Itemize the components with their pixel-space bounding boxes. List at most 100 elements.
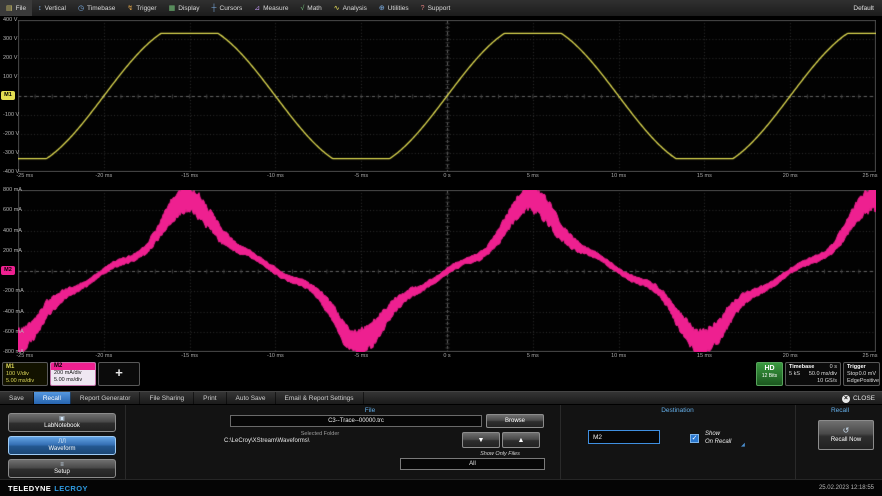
- sidebar-button-setup[interactable]: ≡Setup: [8, 459, 116, 478]
- menu-item-trigger[interactable]: ↯Trigger: [121, 0, 162, 16]
- m2-vertical-scale: 200 mA/div: [51, 370, 95, 377]
- y-tick-label: 300 V: [3, 36, 17, 42]
- file-filter-dropdown[interactable]: All: [400, 458, 545, 470]
- menu-item-label: Measure: [263, 5, 288, 12]
- scroll-up-button[interactable]: ▲: [502, 432, 540, 448]
- m1-horizontal-scale: 5.00 ms/div: [6, 378, 44, 385]
- menu-item-cursors[interactable]: ┼Cursors: [206, 0, 249, 16]
- divider: [560, 405, 561, 480]
- menu-item-measure[interactable]: ⊿Measure: [248, 0, 294, 16]
- file-name-input[interactable]: C3--Trace--00000.trc: [230, 415, 482, 427]
- x-tick-label: 10 ms: [611, 353, 626, 359]
- y-tick-label: -200 mA: [3, 288, 24, 294]
- labnotebook-icon: ▣: [59, 416, 65, 422]
- x-tick-label: -20 ms: [95, 173, 112, 179]
- teledyne-lecroy-logo: TELEDYNE LECROY: [8, 484, 88, 493]
- current-waveform-grid[interactable]: [18, 190, 876, 352]
- recall-section-header: Recall: [800, 407, 880, 414]
- menu-item-utilities[interactable]: ⊕Utilities: [373, 0, 415, 16]
- corner-marker-icon: ◢: [741, 443, 745, 448]
- timebase-samples: 5 kS: [789, 371, 800, 378]
- x-tick-label: -10 ms: [267, 353, 284, 359]
- y-tick-label: -300 V: [3, 150, 19, 156]
- add-trace-button[interactable]: +: [98, 362, 140, 386]
- support-icon: ?: [421, 5, 425, 12]
- scroll-down-button[interactable]: ▼: [462, 432, 500, 448]
- timebase-position: 0 s: [830, 364, 837, 371]
- current-x-axis-labels: -25 ms-20 ms-15 ms-10 ms-5 ms0 s5 ms10 m…: [18, 353, 876, 362]
- menu-item-label: Vertical: [45, 5, 66, 12]
- file-section-header: File: [200, 407, 540, 414]
- y-tick-label: 400 mA: [3, 228, 22, 234]
- menu-item-vertical[interactable]: ↕Vertical: [32, 0, 72, 16]
- menu-item-support[interactable]: ?Support: [415, 0, 457, 16]
- show-on-recall-checkbox[interactable]: ✓: [690, 434, 699, 443]
- x-tick-label: 15 ms: [697, 173, 712, 179]
- menu-item-label: Analysis: [343, 5, 367, 12]
- display-icon: ▦: [169, 5, 176, 12]
- utilities-icon: ⊕: [379, 5, 385, 12]
- x-tick-label: 10 ms: [611, 173, 626, 179]
- menu-item-math[interactable]: √Math: [294, 0, 327, 16]
- y-tick-label: -100 V: [3, 112, 19, 118]
- menu-item-analysis[interactable]: ∿Analysis: [328, 0, 373, 16]
- destination-input[interactable]: M2: [588, 430, 660, 444]
- menu-item-label: Utilities: [388, 5, 409, 12]
- browse-button[interactable]: Browse: [486, 414, 544, 428]
- measure-icon: ⊿: [254, 5, 260, 12]
- recall-dialog: File Destination Recall ▣LabNotebook ЛЛWa…: [0, 404, 882, 480]
- trigger-descriptor[interactable]: Trigger Stop 0.0 mV Edge Positive: [843, 362, 880, 386]
- sidebar-button-label: Waveform: [48, 446, 75, 452]
- m1-zero-level-marker[interactable]: M1: [1, 91, 15, 100]
- m2-horizontal-scale: 5.00 ms/div: [51, 377, 95, 384]
- show-only-files-label: Show Only Files: [445, 451, 555, 457]
- y-tick-label: -600 mA: [3, 329, 24, 335]
- sidebar-button-waveform[interactable]: ЛЛWaveform: [8, 436, 116, 455]
- default-setup-button[interactable]: Default: [853, 5, 874, 12]
- x-tick-label: -15 ms: [181, 353, 198, 359]
- close-label: CLOSE: [853, 395, 875, 402]
- x-tick-label: 0 s: [443, 353, 450, 359]
- sidebar-button-label: Setup: [54, 469, 70, 475]
- save-recall-tab-bar: SaveRecallReport GeneratorFile SharingPr…: [0, 391, 882, 405]
- menu-item-label: Math: [307, 5, 321, 12]
- hd-mode-box[interactable]: HD 12 Bits: [756, 362, 783, 386]
- y-tick-label: -400 mA: [3, 309, 24, 315]
- x-tick-label: 20 ms: [783, 353, 798, 359]
- menu-item-label: Trigger: [136, 5, 156, 12]
- m1-vertical-scale: 100 V/div: [6, 371, 44, 378]
- x-tick-label: 5 ms: [527, 353, 539, 359]
- close-icon: ×: [842, 395, 850, 403]
- menu-item-file[interactable]: ▤File: [0, 0, 32, 16]
- recall-now-icon: ↺: [843, 427, 850, 435]
- menu-item-display[interactable]: ▦Display: [163, 0, 206, 16]
- destination-section-header: Destination: [565, 407, 790, 414]
- x-tick-label: -25 ms: [16, 353, 33, 359]
- trace-descriptor-m1[interactable]: M1 100 V/div 5.00 ms/div: [2, 362, 48, 386]
- menu-item-label: Timebase: [87, 5, 115, 12]
- waveform-icon: ЛЛ: [58, 439, 66, 445]
- recall-now-button[interactable]: ↺ Recall Now: [818, 420, 874, 450]
- voltage-waveform-grid[interactable]: [18, 20, 876, 172]
- menu-item-timebase[interactable]: ◷Timebase: [72, 0, 121, 16]
- selected-folder-path[interactable]: C:\LeCroy\XStream\Waveforms\: [224, 438, 444, 444]
- x-tick-label: 25 ms: [863, 173, 878, 179]
- divider: [125, 405, 126, 480]
- m2-zero-level-marker[interactable]: M2: [1, 266, 15, 275]
- x-tick-label: -15 ms: [181, 173, 198, 179]
- x-tick-label: -10 ms: [267, 173, 284, 179]
- m2-label: M2: [51, 363, 95, 370]
- m1-label: M1: [6, 364, 44, 371]
- menu-item-label: Support: [428, 5, 451, 12]
- x-tick-label: -5 ms: [354, 173, 368, 179]
- x-tick-label: 15 ms: [697, 353, 712, 359]
- timebase-descriptor[interactable]: Timebase 0 s 5 kS 50.0 ms/div 10 GS/s: [785, 362, 841, 386]
- trace-descriptor-m2[interactable]: M2 200 mA/div 5.00 ms/div: [50, 362, 96, 386]
- divider: [795, 405, 796, 480]
- hd-label: HD: [757, 364, 782, 373]
- x-tick-label: 0 s: [443, 173, 450, 179]
- sidebar-button-labnotebook[interactable]: ▣LabNotebook: [8, 413, 116, 432]
- recall-type-sidebar: ▣LabNotebook ЛЛWaveform ≡Setup: [8, 405, 118, 480]
- cursors-icon: ┼: [212, 5, 217, 12]
- y-tick-label: 200 mA: [3, 248, 22, 254]
